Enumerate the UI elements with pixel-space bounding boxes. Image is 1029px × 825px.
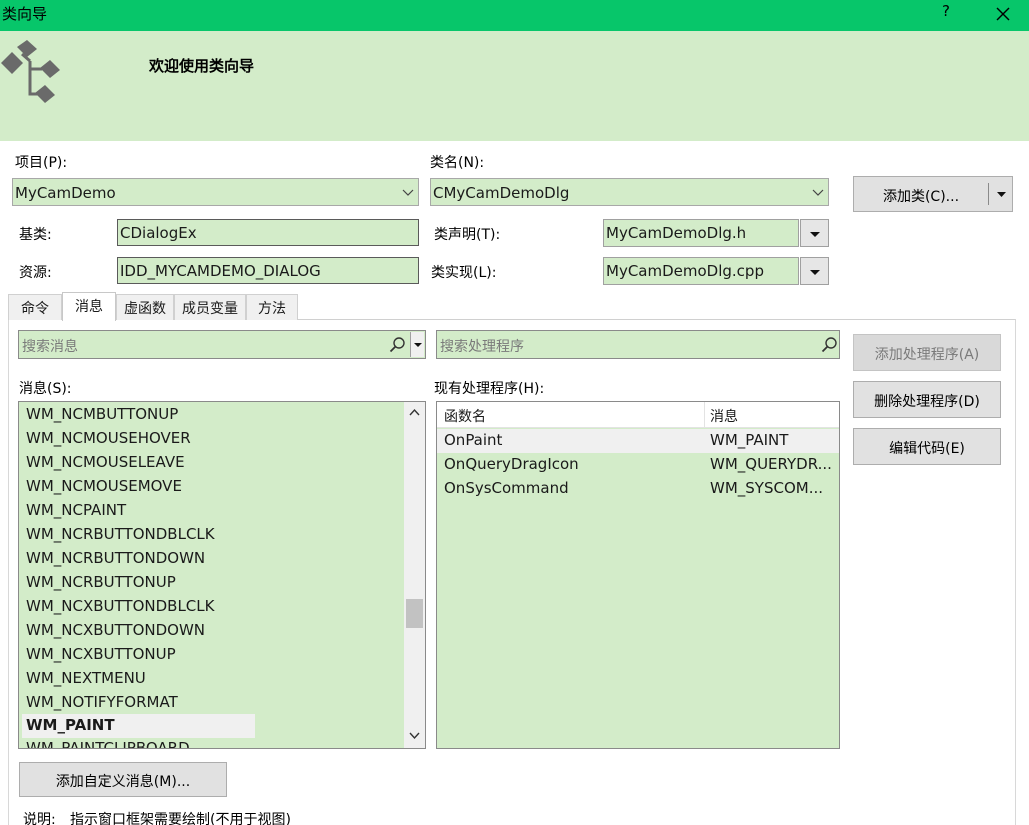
search-icon[interactable] <box>820 335 839 354</box>
add-custom-message-button[interactable]: 添加自定义消息(M)... <box>19 762 227 797</box>
table-row[interactable]: OnQueryDragIcon WM_QUERYDR... <box>437 453 839 477</box>
handlers-table[interactable]: 函数名 消息 OnPaint WM_PAINT OnQueryDragIcon … <box>436 401 840 749</box>
search-handlers-box[interactable]: 搜索处理程序 <box>436 330 840 359</box>
add-class-dropdown[interactable] <box>991 177 1012 211</box>
table-row[interactable]: OnPaint WM_PAINT <box>437 429 839 453</box>
wizard-banner: 欢迎使用类向导 <box>0 31 1029 141</box>
list-item[interactable]: WM_NCMOUSELEAVE <box>26 453 185 471</box>
caret-down-icon <box>810 232 820 237</box>
add-class-button[interactable]: 添加类(C)... <box>853 176 1013 212</box>
add-class-label: 添加类(C)... <box>882 189 960 205</box>
handler-message: WM_SYSCOM... <box>710 479 824 497</box>
handlers-label: 现有处理程序(H): <box>434 381 545 397</box>
class-value: CMyCamDemoDlg <box>433 184 570 202</box>
list-item[interactable]: WM_NEXTMENU <box>26 669 146 687</box>
scroll-up-icon[interactable] <box>408 406 421 419</box>
resource-field: IDD_MYCAMDEMO_DIALOG <box>117 257 419 284</box>
caret-down-icon <box>414 343 422 347</box>
list-item[interactable]: WM_NCMBUTTONUP <box>26 405 178 423</box>
resource-label: 资源: <box>19 265 52 281</box>
handler-function: OnPaint <box>444 431 503 449</box>
list-item[interactable]: WM_NOTIFYFORMAT <box>26 693 178 711</box>
handler-function: OnQueryDragIcon <box>444 455 579 473</box>
table-header: 函数名 消息 <box>437 402 839 428</box>
description-text: 指示窗口框架需要绘制(不用于视图) <box>70 812 291 825</box>
handler-message: WM_PAINT <box>710 431 789 449</box>
base-class-value: CDialogEx <box>120 224 197 242</box>
base-class-label: 基类: <box>19 227 52 243</box>
resource-value: IDD_MYCAMDEMO_DIALOG <box>120 262 321 280</box>
base-class-field: CDialogEx <box>117 219 419 246</box>
messages-list[interactable]: WM_NCMBUTTONUP WM_NCMOUSEHOVER WM_NCMOUS… <box>18 401 426 749</box>
search-messages-box[interactable]: 搜索消息 <box>18 330 426 359</box>
list-item[interactable]: WM_NCXBUTTONUP <box>26 645 176 663</box>
class-implementation-label: 类实现(L): <box>431 265 497 281</box>
column-header-message[interactable]: 消息 <box>710 406 738 426</box>
window-title: 类向导 <box>2 5 48 23</box>
caret-down-icon <box>810 270 820 275</box>
list-item[interactable]: WM_PAINTCLIPBOARD <box>26 739 190 748</box>
list-item[interactable]: WM_NCXBUTTONDBLCLK <box>26 597 214 615</box>
class-declaration-label: 类声明(T): <box>434 227 501 243</box>
project-value: MyCamDemo <box>15 184 116 202</box>
delete-handler-button[interactable]: 删除处理程序(D) <box>853 381 1001 418</box>
caret-down-icon <box>997 192 1006 197</box>
class-label: 类名(N): <box>430 155 485 171</box>
scrollbar-thumb[interactable] <box>406 599 423 628</box>
search-options-dropdown[interactable] <box>410 332 424 357</box>
list-item[interactable]: WM_NCMOUSEMOVE <box>26 477 182 495</box>
chevron-down-icon <box>812 189 824 196</box>
messages-scrollbar[interactable] <box>404 402 425 748</box>
class-declaration-dropdown[interactable] <box>800 219 829 247</box>
class-declaration-field[interactable]: MyCamDemoDlg.h <box>603 219 799 247</box>
search-messages-input[interactable]: 搜索消息 <box>22 336 78 356</box>
tab-commands[interactable]: 命令 <box>8 294 62 320</box>
handler-message: WM_QUERYDR... <box>710 455 832 473</box>
help-button[interactable]: ? <box>936 2 956 26</box>
add-handler-button[interactable]: 添加处理程序(A) <box>853 334 1001 371</box>
class-declaration-value: MyCamDemoDlg.h <box>606 224 747 242</box>
handler-function: OnSysCommand <box>444 479 569 497</box>
tab-member-variables[interactable]: 成员变量 <box>174 294 246 320</box>
class-wizard-icon <box>1 40 60 103</box>
list-item[interactable]: WM_NCRBUTTONDBLCLK <box>26 525 215 543</box>
banner-heading: 欢迎使用类向导 <box>149 57 255 75</box>
class-implementation-dropdown[interactable] <box>800 257 829 285</box>
split-divider <box>988 183 989 205</box>
chevron-down-icon <box>402 189 414 196</box>
column-divider[interactable] <box>704 402 705 428</box>
description-label: 说明: <box>23 812 56 825</box>
project-dropdown[interactable]: MyCamDemo <box>12 178 419 206</box>
close-icon <box>996 7 1010 21</box>
messages-label: 消息(S): <box>19 381 72 397</box>
list-item[interactable]: WM_NCRBUTTONDOWN <box>26 549 205 567</box>
list-item[interactable]: WM_NCRBUTTONUP <box>26 573 176 591</box>
list-item[interactable]: WM_NCXBUTTONDOWN <box>26 621 205 639</box>
tab-virtual-functions[interactable]: 虚函数 <box>116 294 174 320</box>
column-header-function[interactable]: 函数名 <box>444 406 486 426</box>
project-label: 项目(P): <box>15 155 68 171</box>
search-handlers-input[interactable]: 搜索处理程序 <box>440 336 524 356</box>
scroll-down-icon[interactable] <box>408 729 421 742</box>
class-implementation-field[interactable]: MyCamDemoDlg.cpp <box>603 257 799 285</box>
class-dropdown[interactable]: CMyCamDemoDlg <box>430 178 829 206</box>
tab-messages[interactable]: 消息 <box>62 292 116 321</box>
title-bar: 类向导 ? <box>0 0 1029 31</box>
list-item[interactable]: WM_NCPAINT <box>26 501 126 519</box>
class-implementation-value: MyCamDemoDlg.cpp <box>606 262 764 280</box>
list-item-selected[interactable]: WM_PAINT <box>22 714 255 738</box>
edit-code-button[interactable]: 编辑代码(E) <box>853 428 1001 465</box>
tab-methods[interactable]: 方法 <box>246 294 298 320</box>
close-button[interactable] <box>992 2 1014 26</box>
search-icon[interactable] <box>388 335 407 354</box>
table-row[interactable]: OnSysCommand WM_SYSCOM... <box>437 477 839 501</box>
list-item[interactable]: WM_NCMOUSEHOVER <box>26 429 191 447</box>
